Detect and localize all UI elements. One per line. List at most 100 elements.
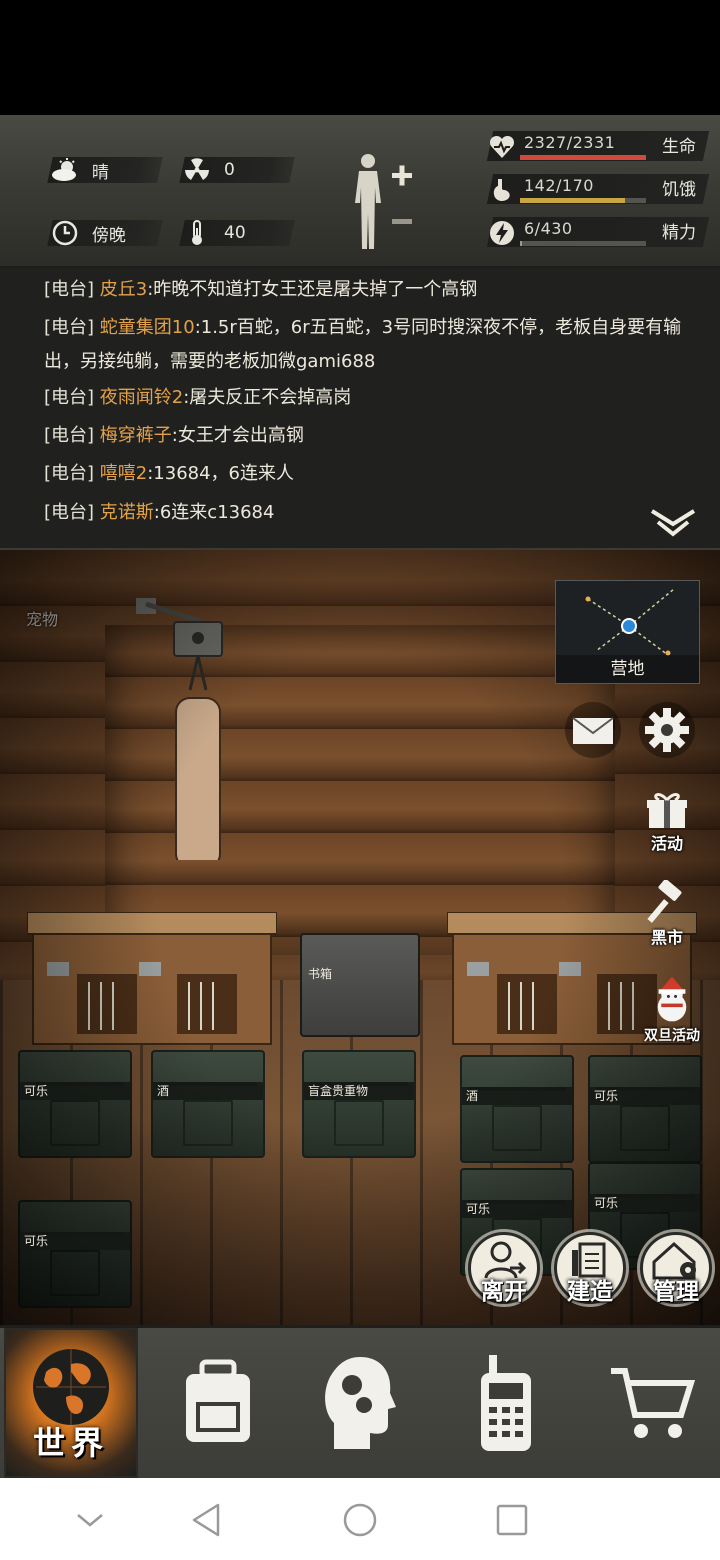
hunger-value: 142/170 (524, 176, 594, 195)
chat-text: :6连来c13684 (153, 502, 275, 523)
chat-text: :屠夫反正不会掉高岗 (183, 387, 352, 408)
crate-label: 盲盒贵重物 (304, 1082, 414, 1100)
mail-button[interactable] (558, 700, 628, 770)
status-panel: 晴 0 傍晚 40 2327/2331 生命 142/170 饥饿 6/430 … (0, 115, 720, 268)
chat-tag: [电台] (44, 425, 95, 446)
body-status-button[interactable] (348, 151, 418, 251)
map-compass-icon (585, 588, 675, 656)
system-recents-button[interactable] (490, 1498, 534, 1542)
camp-map-button[interactable]: 营地 (555, 580, 700, 684)
pet-label[interactable]: 宠物 (26, 606, 58, 630)
nav-backpack-tab[interactable] (148, 1328, 288, 1478)
chat-message: [电台] 夜雨闻铃2:屠夫反正不会掉高岗 (44, 381, 684, 415)
health-vital: 2327/2331 生命 (484, 129, 710, 163)
gear-icon (639, 702, 695, 758)
chat-message: [电台] 梅穿裤子:女王才会出高钢 (44, 419, 684, 453)
black-market-label: 黑市 (650, 928, 683, 947)
mail-icon (565, 702, 621, 758)
activity-button[interactable]: 活动 (632, 790, 702, 860)
storage-crate[interactable]: 可乐 (18, 1050, 132, 1158)
workbench-left[interactable] (26, 911, 278, 1052)
chat-username[interactable]: 克诺斯 (100, 502, 154, 523)
back-triangle-icon (192, 1503, 220, 1537)
body-figure-icon (355, 154, 412, 249)
chat-tag: [电台] (44, 463, 95, 484)
energy-vital: 6/430 精力 (484, 215, 710, 249)
leave-label: 离开 (481, 1279, 527, 1305)
radiation-indicator: 0 (179, 157, 295, 183)
weather-value: 晴 (92, 162, 109, 183)
nav-radio-tab[interactable] (436, 1328, 576, 1478)
chat-tag: [电台] (44, 502, 95, 523)
settings-button[interactable] (632, 700, 702, 770)
gavel-icon (647, 880, 682, 923)
chat-collapse-button[interactable] (650, 508, 696, 538)
heart-icon (488, 133, 516, 161)
time-indicator: 傍晚 (47, 220, 163, 246)
nav-world-label: 世界 (32, 1424, 109, 1462)
cart-icon (611, 1368, 696, 1438)
xmas-event-label: 双旦活动 (644, 1028, 700, 1044)
crate-label: 可乐 (462, 1200, 572, 1218)
storage-crate[interactable]: 可乐 (18, 1200, 132, 1308)
weather-indicator: 晴 (47, 157, 163, 183)
system-home-button[interactable] (338, 1498, 382, 1542)
punching-bag[interactable] (130, 570, 230, 869)
xmas-event-button[interactable]: 双旦活动 (632, 975, 712, 1045)
double-chevron-down-icon (650, 509, 696, 537)
crate-label: 可乐 (20, 1232, 130, 1250)
crate-label: 可乐 (20, 1082, 130, 1100)
lightning-icon (488, 219, 516, 247)
chat-message: [电台] 蛇童集团10:1.5r百蛇，6r五百蛇，3号同时搜深夜不停，老板自身要… (44, 311, 684, 379)
system-back-button[interactable] (184, 1498, 228, 1542)
nav-shop-tab[interactable] (582, 1328, 720, 1478)
radio-chat-panel[interactable]: [电台] 皮丘3:昨晚不知道打女王还是屠夫掉了一个高钢 [电台] 蛇童集团10:… (0, 268, 720, 550)
temperature-indicator: 40 (179, 220, 295, 246)
temperature-value: 40 (224, 223, 246, 243)
time-value: 傍晚 (92, 225, 126, 246)
chat-username[interactable]: 夜雨闻铃2 (100, 387, 183, 408)
chat-username[interactable]: 嘻嘻2 (100, 463, 147, 484)
crate-label: 可乐 (590, 1194, 700, 1212)
storage-crate[interactable]: 盲盒贵重物 (302, 1050, 416, 1158)
storage-crate[interactable]: 可乐 (588, 1055, 702, 1163)
thermometer-icon (182, 220, 212, 246)
chat-username[interactable]: 梅穿裤子 (100, 425, 172, 446)
storage-crate[interactable]: 酒 (460, 1055, 574, 1163)
health-value: 2327/2331 (524, 133, 616, 152)
hunger-label: 饥饿 (662, 180, 696, 200)
nav-world-tab[interactable]: 世界 (4, 1328, 138, 1478)
build-label: 建造 (567, 1279, 613, 1305)
chat-tag: [电台] (44, 387, 95, 408)
chat-message: [电台] 嘻嘻2:13684，6连来人 (44, 457, 684, 491)
storage-crate[interactable]: 酒 (151, 1050, 265, 1158)
bookbox-label: 书箱 (308, 967, 333, 981)
system-hide-button[interactable] (68, 1498, 112, 1542)
snowman-icon (657, 976, 687, 1022)
chat-message: [电台] 皮丘3:昨晚不知道打女王还是屠夫掉了一个高钢 (44, 273, 684, 307)
crate-label: 可乐 (590, 1087, 700, 1105)
system-navigation-bar (0, 1478, 720, 1560)
energy-value: 6/430 (524, 219, 573, 238)
clock-icon (50, 220, 80, 246)
home-circle-icon (343, 1503, 377, 1537)
chat-username[interactable]: 皮丘3 (100, 279, 147, 300)
bookbox[interactable]: 书箱 (300, 933, 420, 1037)
radiation-value: 0 (224, 160, 235, 180)
chat-username[interactable]: 蛇童集团10 (100, 317, 195, 338)
crate-label: 酒 (462, 1087, 572, 1105)
chat-tag: [电台] (44, 317, 95, 338)
radiation-icon (182, 157, 212, 183)
gift-icon (647, 793, 687, 828)
bottom-navigation: 世界 (0, 1325, 720, 1478)
build-button[interactable]: 建造 (554, 1232, 626, 1305)
nav-skills-tab[interactable] (290, 1328, 430, 1478)
manage-button[interactable]: 管理 (640, 1232, 712, 1305)
chevron-down-icon (77, 1514, 103, 1527)
leave-button[interactable]: 离开 (468, 1232, 540, 1305)
crate-label: 酒 (153, 1082, 263, 1100)
black-market-button[interactable]: 黑市 (632, 880, 702, 950)
chat-tag: [电台] (44, 279, 95, 300)
hunger-bar (520, 198, 646, 203)
energy-bar (520, 241, 646, 246)
